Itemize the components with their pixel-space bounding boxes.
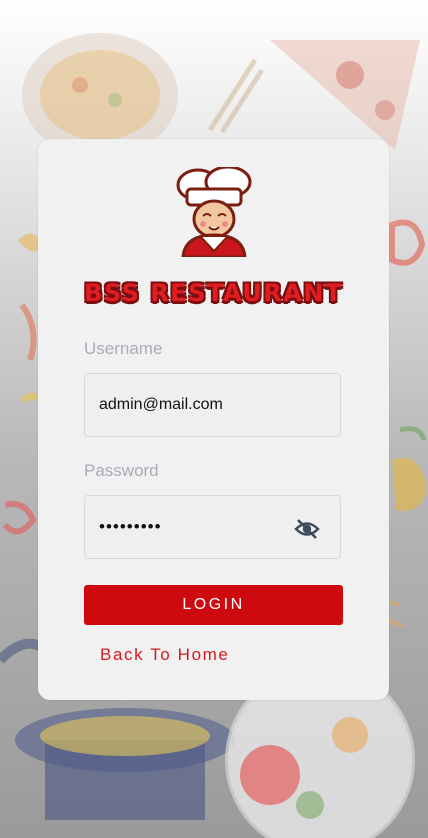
username-input[interactable] <box>99 374 289 436</box>
chef-mascot-icon <box>176 167 252 257</box>
eye-slash-icon[interactable] <box>294 518 320 540</box>
back-to-home-link[interactable]: Back To Home <box>100 645 229 665</box>
password-field-container <box>84 495 341 559</box>
password-label: Password <box>84 461 159 480</box>
username-label: Username <box>84 339 163 358</box>
brand-title: BSS RESTAURANT <box>84 279 343 307</box>
password-input[interactable] <box>99 496 289 558</box>
login-button[interactable]: LOGIN <box>84 585 343 625</box>
username-field-container <box>84 373 341 437</box>
login-card: BSS RESTAURANT Username Password LOGIN B… <box>38 139 389 700</box>
